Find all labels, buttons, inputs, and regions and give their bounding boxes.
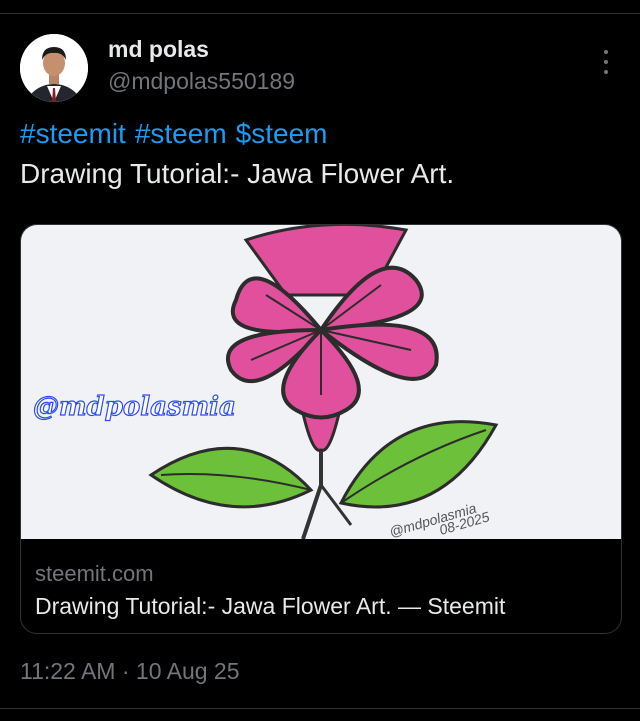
avatar[interactable]	[20, 34, 88, 102]
top-divider	[0, 13, 640, 14]
link-preview-card[interactable]: @mdpolasmia @mdpolasmia 08-2025 steemit.…	[20, 224, 622, 634]
hashtag-line: #steemit #steem $steem	[20, 118, 336, 150]
card-title[interactable]: Drawing Tutorial:- Jawa Flower Art. — St…	[35, 593, 505, 620]
card-image[interactable]: @mdpolasmia @mdpolasmia 08-2025	[21, 225, 621, 539]
author-handle[interactable]: @mdpolas550189	[108, 68, 295, 95]
author-display-name[interactable]: md polas	[108, 36, 209, 63]
hashtag-link[interactable]: #steemit	[20, 118, 126, 149]
tweet-timestamp[interactable]: 11:22 AM · 10 Aug 25	[20, 658, 240, 685]
tweet-text: Drawing Tutorial:- Jawa Flower Art.	[20, 158, 455, 189]
cashtag-link[interactable]: $steem	[236, 118, 328, 149]
hashtag-link[interactable]: #steem	[135, 118, 227, 149]
card-domain: steemit.com	[35, 561, 154, 586]
more-vertical-icon[interactable]	[596, 50, 616, 74]
image-watermark: @mdpolasmia	[33, 392, 236, 422]
flower-drawing-image: @mdpolasmia @mdpolasmia 08-2025	[21, 225, 621, 539]
avatar-photo	[20, 34, 88, 102]
bottom-divider	[0, 708, 640, 709]
